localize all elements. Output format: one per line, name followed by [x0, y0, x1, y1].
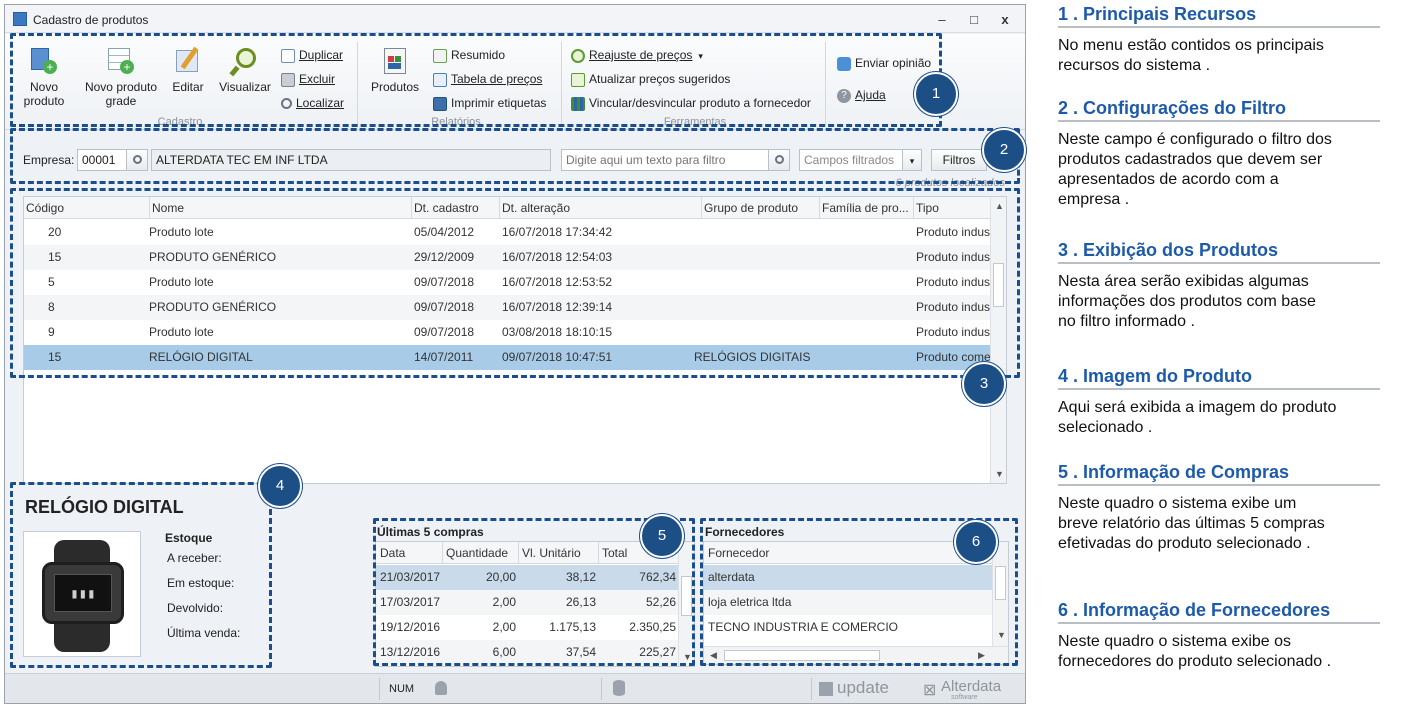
legend-text-line: produtos cadastrados que devem ser — [1058, 151, 1323, 168]
legend-panel: 1 . Principais Recursos No menu estão con… — [1058, 0, 1398, 728]
scroll-down-icon[interactable]: ▼ — [995, 469, 1004, 479]
legend-text-line: Neste quadro o sistema exibe os — [1058, 633, 1292, 650]
alterdata-logo: Alterdata — [941, 678, 1002, 695]
highlight-box-3 — [10, 188, 1020, 378]
legend-title: 1 . Principais Recursos — [1058, 4, 1257, 24]
legend-text-line: apresentados de acordo com a — [1058, 171, 1279, 188]
status-divider — [601, 678, 602, 700]
marker-6: 6 — [954, 520, 998, 564]
user-icon — [435, 681, 447, 695]
highlight-box-2 — [10, 128, 1020, 184]
status-divider — [811, 678, 812, 700]
legend-text-line: recursos do sistema . — [1058, 57, 1211, 74]
highlight-box-1 — [10, 33, 942, 127]
alterdata-logo-subtitle: software — [951, 694, 978, 701]
legend-title: 5 . Informação de Compras — [1058, 462, 1290, 482]
legend-section: 4 . Imagem do Produto Aqui será exibida a… — [1058, 366, 1388, 438]
legend-text-line: fornecedores do produto selecionado . — [1058, 653, 1332, 670]
marker-5: 5 — [640, 514, 684, 558]
legend-title: 4 . Imagem do Produto — [1058, 366, 1253, 386]
legend-text-line: informações dos produtos com base — [1058, 293, 1316, 310]
legend-rule — [1058, 484, 1380, 486]
database-icon — [613, 680, 625, 696]
legend-text-line: Aqui será exibida a imagem do produto — [1058, 399, 1337, 416]
marker-3: 3 — [962, 362, 1006, 406]
num-lock-indicator: NUM — [389, 683, 415, 695]
legend-section: 2 . Configurações do Filtro Neste campo é… — [1058, 98, 1388, 210]
legend-text-line: efetivadas do produto selecionado . — [1058, 535, 1311, 552]
status-divider — [379, 678, 380, 700]
legend-section: 5 . Informação de Compras Neste quadro o … — [1058, 462, 1388, 554]
legend-section: 3 . Exibição dos Produtos Nesta área serã… — [1058, 240, 1388, 332]
legend-section: 6 . Informação de Fornecedores Neste quad… — [1058, 600, 1388, 672]
legend-text-line: Nesta área serão exibidas algumas — [1058, 273, 1309, 290]
minimize-button[interactable]: – — [931, 11, 953, 29]
legend-text-line: Neste campo é configurado o filtro dos — [1058, 131, 1332, 148]
legend-title: 3 . Exibição dos Produtos — [1058, 240, 1279, 260]
update-logo: update — [837, 678, 889, 697]
status-bar: NUM update ⊠ Alterdata software — [5, 673, 1025, 703]
maximize-button[interactable]: □ — [963, 11, 985, 29]
legend-title: 2 . Configurações do Filtro — [1058, 98, 1287, 118]
update-logo-icon — [819, 682, 833, 696]
marker-4: 4 — [258, 464, 302, 508]
legend-text-line: no filtro informado . — [1058, 313, 1195, 330]
legend-rule — [1058, 262, 1380, 264]
marker-1: 1 — [914, 72, 958, 116]
legend-text-line: breve relatório das últimas 5 compras — [1058, 515, 1325, 532]
app-icon — [13, 12, 27, 26]
legend-rule — [1058, 388, 1380, 390]
legend-text-line: No menu estão contidos os principais — [1058, 37, 1324, 54]
legend-title: 6 . Informação de Fornecedores — [1058, 600, 1331, 620]
legend-text-line: selecionado . — [1058, 419, 1153, 436]
legend-rule — [1058, 26, 1380, 28]
marker-2: 2 — [982, 128, 1026, 172]
close-button[interactable]: x — [994, 11, 1016, 29]
legend-rule — [1058, 622, 1380, 624]
title-bar: Cadastro de produtos – □ x — [5, 5, 1025, 33]
window-title: Cadastro de produtos — [33, 13, 149, 27]
legend-text-line: empresa . — [1058, 191, 1130, 208]
legend-section: 1 . Principais Recursos No menu estão con… — [1058, 4, 1388, 76]
legend-rule — [1058, 120, 1380, 122]
alterdata-logo-icon: ⊠ — [923, 682, 937, 699]
highlight-box-4 — [10, 482, 272, 668]
legend-text-line: Neste quadro o sistema exibe um — [1058, 495, 1297, 512]
